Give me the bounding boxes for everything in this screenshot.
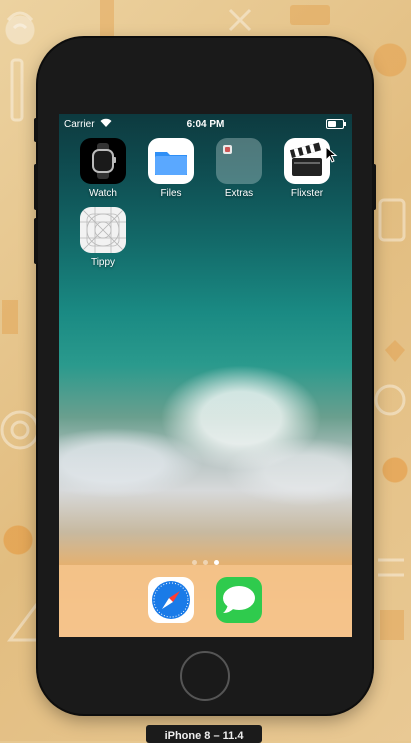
dock-app-messages[interactable] <box>210 577 268 623</box>
mouse-cursor-icon <box>325 146 338 163</box>
volume-down-button[interactable] <box>34 218 38 264</box>
dock <box>59 565 352 637</box>
app-label: Files <box>160 188 182 199</box>
folder-icon <box>148 138 194 184</box>
app-label: Watch <box>89 188 117 199</box>
clapperboard-icon <box>284 138 330 184</box>
simulator-device-label: iPhone 8 – 11.4 <box>146 725 262 743</box>
app-folder-icon <box>216 138 262 184</box>
status-time: 6:04 PM <box>186 119 225 130</box>
home-screen: Carrier 6:04 PM Watch Files Extras Flixs… <box>59 114 352 637</box>
status-bar: Carrier 6:04 PM <box>59 114 352 134</box>
battery-level <box>328 121 336 127</box>
app-label: Tippy <box>90 257 116 268</box>
app-label: Extras <box>224 188 254 199</box>
app-files[interactable]: Files <box>142 138 200 199</box>
app-grid-icon <box>80 207 126 253</box>
home-button[interactable] <box>180 651 230 701</box>
speech-bubble-icon <box>216 577 262 623</box>
volume-up-button[interactable] <box>34 164 38 210</box>
app-watch[interactable]: Watch <box>74 138 132 199</box>
wallpaper-surf <box>59 364 352 544</box>
battery-icon <box>326 119 346 129</box>
app-extras[interactable]: Extras <box>210 138 268 199</box>
dock-app-safari[interactable] <box>142 577 200 623</box>
compass-icon <box>148 577 194 623</box>
power-button[interactable] <box>372 164 376 210</box>
app-label: Flixster <box>290 188 324 199</box>
watch-icon <box>80 138 126 184</box>
mute-switch <box>34 118 38 142</box>
page-indicator[interactable] <box>59 552 352 565</box>
app-tippy[interactable]: Tippy <box>74 207 132 268</box>
